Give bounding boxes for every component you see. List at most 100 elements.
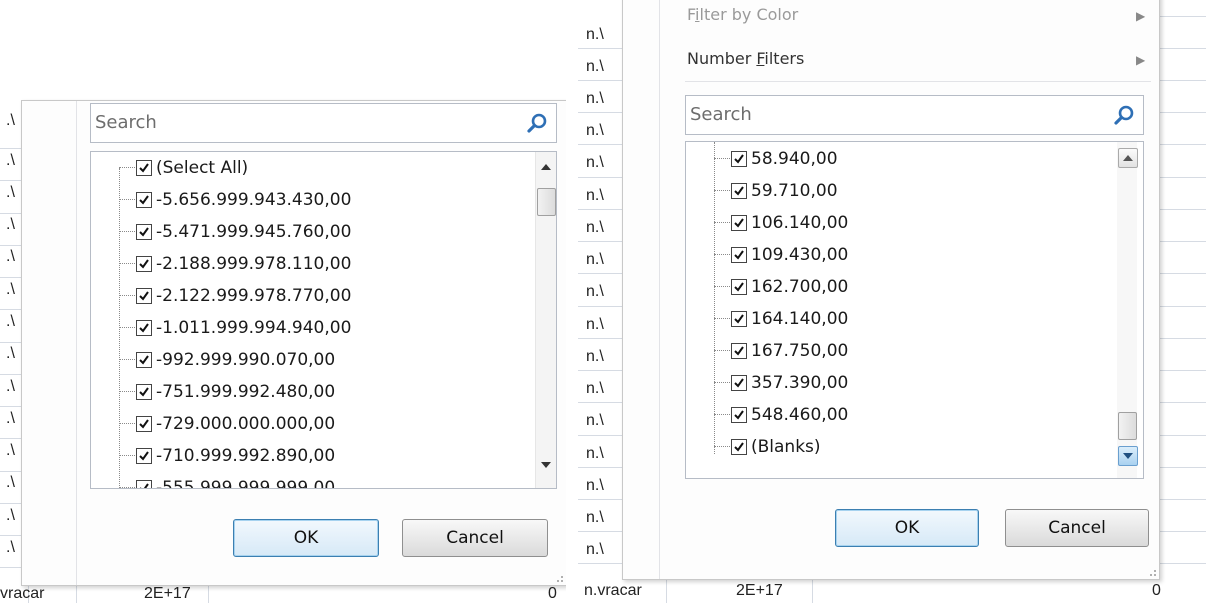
checkbox[interactable] bbox=[731, 150, 747, 167]
checkmark-icon bbox=[734, 313, 744, 324]
list-scrollbar[interactable] bbox=[1117, 142, 1138, 478]
list-item[interactable]: -2.122.999.978.770,00 bbox=[119, 280, 351, 311]
resize-grip-icon[interactable] bbox=[554, 573, 564, 583]
checkbox[interactable] bbox=[136, 351, 152, 368]
checkbox[interactable] bbox=[136, 415, 152, 432]
scroll-down-arrow-icon[interactable] bbox=[537, 456, 555, 474]
menu-item-number-filters[interactable]: Number Filters bbox=[687, 49, 804, 68]
list-scrollbar[interactable] bbox=[535, 152, 556, 488]
list-item[interactable]: -1.011.999.994.940,00 bbox=[119, 312, 351, 343]
grid-row-line bbox=[1158, 563, 1206, 564]
list-item[interactable]: 109.430,00 bbox=[714, 239, 848, 270]
list-item-label: 162.700,00 bbox=[751, 276, 849, 297]
search-icon[interactable] bbox=[526, 112, 548, 134]
search-input[interactable] bbox=[690, 100, 1056, 128]
checkbox[interactable] bbox=[731, 182, 747, 199]
list-item[interactable]: 106.140,00 bbox=[714, 207, 848, 238]
list-item[interactable]: 167.750,00 bbox=[714, 335, 848, 366]
cancel-button[interactable]: Cancel bbox=[402, 519, 548, 557]
list-item[interactable]: -2.188.999.978.110,00 bbox=[119, 248, 351, 279]
menu-item-label: Number bbox=[687, 49, 757, 68]
sheet-cell: n.\ bbox=[586, 26, 604, 43]
values-list[interactable]: (Select All) -5.656.999.943.430,00 -5.471.… bbox=[90, 151, 557, 489]
checkbox[interactable] bbox=[731, 406, 747, 423]
list-item[interactable]: 548.460,00 bbox=[714, 399, 848, 430]
grid-row-line bbox=[1158, 306, 1206, 307]
checkbox[interactable] bbox=[136, 479, 152, 488]
list-item[interactable]: -710.999.992.890,00 bbox=[119, 440, 335, 471]
list-item[interactable]: (Select All) bbox=[119, 152, 248, 183]
list-item[interactable]: -555.999.999.999,00 bbox=[119, 472, 335, 488]
search-input[interactable] bbox=[95, 108, 467, 136]
checkmark-icon bbox=[139, 162, 149, 173]
sheet-cell: n.\ bbox=[586, 219, 604, 236]
sheet-cell: n.\ bbox=[586, 509, 604, 526]
list-item[interactable]: 59.710,00 bbox=[714, 175, 838, 206]
checkmark-icon bbox=[139, 226, 149, 237]
tree-connector bbox=[119, 327, 135, 328]
sheet-cell: .\ bbox=[6, 248, 15, 265]
checkbox[interactable] bbox=[136, 287, 152, 304]
scroll-up-arrow-icon[interactable] bbox=[537, 158, 555, 176]
checkbox[interactable] bbox=[731, 246, 747, 263]
list-item[interactable]: -751.999.992.480,00 bbox=[119, 376, 335, 407]
list-item-label: -5.656.999.943.430,00 bbox=[156, 189, 352, 210]
checkmark-icon bbox=[734, 185, 744, 196]
scroll-thumb[interactable] bbox=[537, 188, 556, 216]
list-item[interactable]: 162.700,00 bbox=[714, 271, 848, 302]
grid-row-line bbox=[1158, 531, 1206, 532]
scroll-thumb[interactable] bbox=[1118, 412, 1137, 440]
sheet-cell: n.\ bbox=[586, 541, 604, 558]
list-item[interactable]: 164.140,00 bbox=[714, 303, 848, 334]
checkbox[interactable] bbox=[731, 214, 747, 231]
tree-connector bbox=[714, 414, 730, 415]
checkbox[interactable] bbox=[136, 447, 152, 464]
search-box[interactable] bbox=[90, 103, 557, 143]
values-list[interactable]: 58.940,00 59.710,00 106.140,00 109.430,00 16… bbox=[685, 141, 1144, 479]
checkbox[interactable] bbox=[136, 223, 152, 240]
sheet-cell: .\ bbox=[6, 474, 15, 491]
checkbox[interactable] bbox=[136, 255, 152, 272]
grid-row-line bbox=[1158, 435, 1206, 436]
list-item[interactable]: -992.999.990.070,00 bbox=[119, 344, 335, 375]
list-item[interactable]: -5.471.999.945.760,00 bbox=[119, 216, 351, 247]
sheet-cell: n.\ bbox=[586, 58, 604, 75]
ok-button[interactable]: OK bbox=[233, 519, 379, 557]
sheet-cell: n.\ bbox=[586, 477, 604, 494]
right-screenshot-panel: n.\ n.\ n.\ n.\ n.\ n.\ n.\ n.\ n.\ n.\ … bbox=[578, 0, 1206, 603]
sheet-cell: n.\ bbox=[586, 445, 604, 462]
tree-connector bbox=[714, 190, 730, 191]
list-item[interactable]: 357.390,00 bbox=[714, 367, 848, 398]
list-item-label: -751.999.992.480,00 bbox=[156, 381, 336, 402]
checkmark-icon bbox=[734, 377, 744, 388]
resize-grip-icon[interactable] bbox=[1147, 567, 1157, 577]
list-item[interactable]: 58.940,00 bbox=[714, 143, 838, 174]
checkbox[interactable] bbox=[136, 191, 152, 208]
list-item[interactable]: (Blanks) bbox=[714, 431, 821, 462]
ok-button[interactable]: OK bbox=[835, 509, 979, 547]
list-item[interactable]: -5.656.999.943.430,00 bbox=[119, 184, 351, 215]
search-icon[interactable] bbox=[1113, 104, 1135, 126]
checkmark-icon bbox=[139, 194, 149, 205]
checkbox[interactable] bbox=[731, 278, 747, 295]
checkbox[interactable] bbox=[136, 319, 152, 336]
checkbox[interactable] bbox=[731, 374, 747, 391]
sheet-cell-value: 2E+17 bbox=[736, 582, 783, 599]
sheet-cell: n.\ bbox=[586, 348, 604, 365]
scroll-up-arrow-icon[interactable] bbox=[1118, 148, 1138, 168]
tree-connector bbox=[714, 350, 730, 351]
checkbox[interactable] bbox=[731, 342, 747, 359]
search-box[interactable] bbox=[685, 95, 1144, 135]
sheet-cell: n.\ bbox=[586, 187, 604, 204]
sheet-cell-name: n.vracar bbox=[584, 582, 642, 599]
checkmark-icon bbox=[139, 450, 149, 461]
scroll-down-arrow-icon[interactable] bbox=[1118, 446, 1138, 466]
checkbox[interactable] bbox=[731, 438, 747, 455]
cancel-button[interactable]: Cancel bbox=[1005, 509, 1149, 547]
checkbox[interactable] bbox=[136, 159, 152, 176]
list-item[interactable]: -729.000.000.000,00 bbox=[119, 408, 335, 439]
checkbox[interactable] bbox=[731, 310, 747, 327]
menu-item-filter-by-color[interactable]: Filter by Color bbox=[687, 5, 798, 24]
checkmark-icon bbox=[734, 249, 744, 260]
checkbox[interactable] bbox=[136, 383, 152, 400]
